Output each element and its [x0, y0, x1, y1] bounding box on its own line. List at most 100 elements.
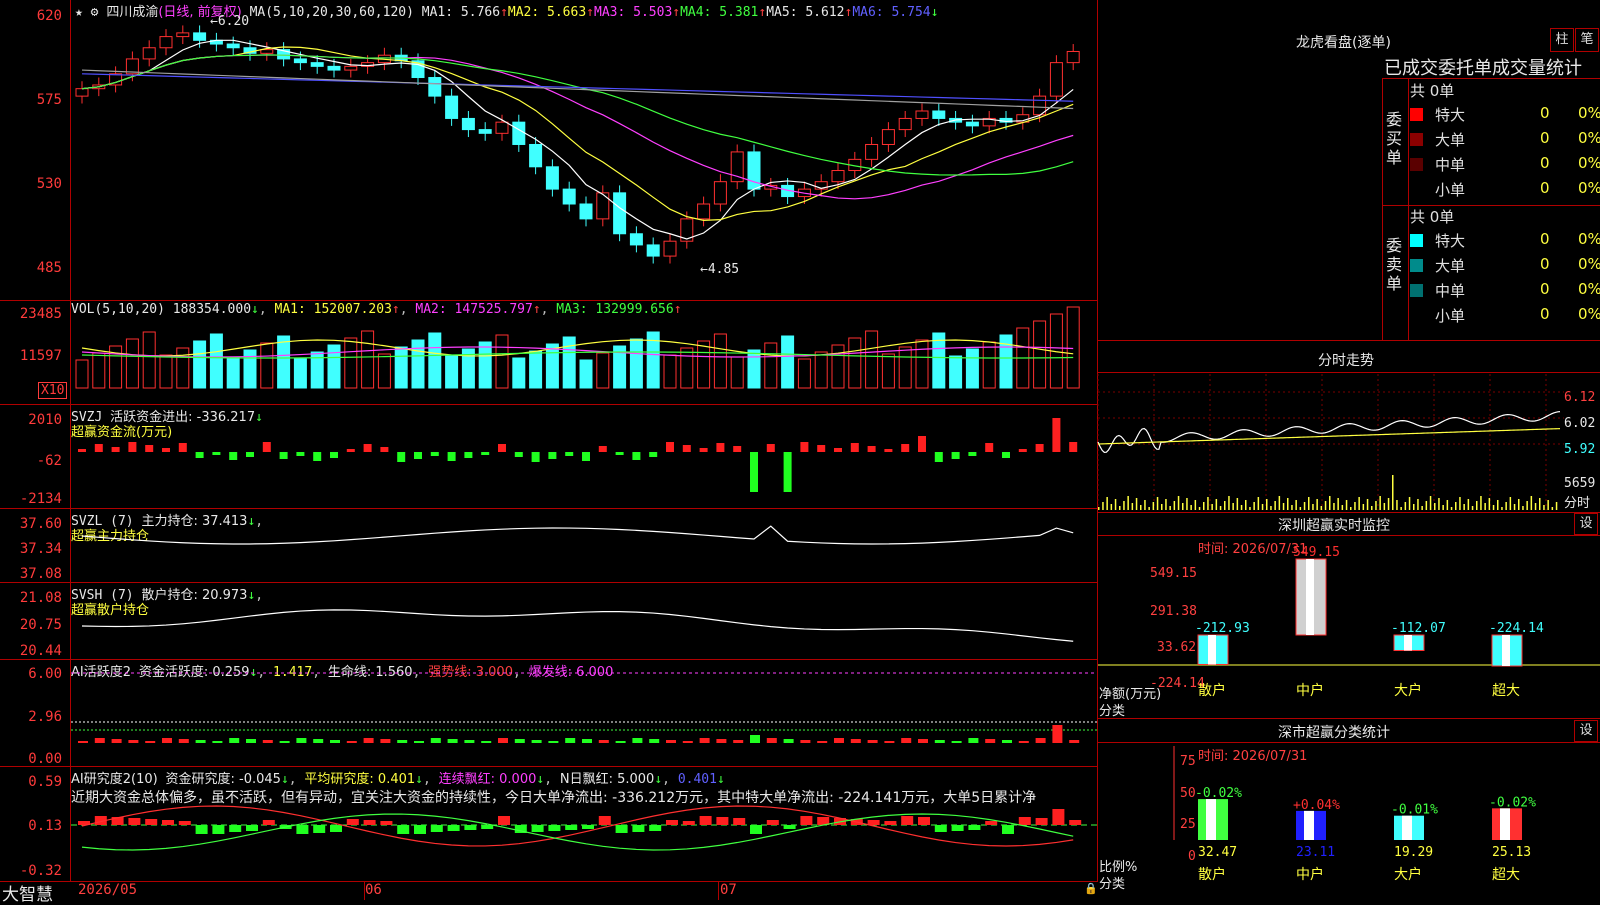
intraday-volume-bar [1371, 506, 1373, 510]
tick-view-button[interactable]: 笔 [1575, 28, 1599, 52]
flow-bar [565, 452, 574, 456]
lock-icon[interactable]: 🔒 [1084, 882, 1098, 895]
volume-bar [898, 346, 912, 389]
intraday-volume-bar [1526, 501, 1528, 510]
intraday-volume-bar [1224, 501, 1226, 510]
research-bar [800, 816, 813, 825]
active-bar [733, 740, 744, 743]
volume-bar [982, 341, 996, 389]
intraday-volume-bar [1518, 499, 1520, 510]
research-bar [498, 816, 510, 825]
active-bar [498, 738, 508, 743]
price-candles [75, 25, 1080, 264]
active-bar [414, 741, 424, 743]
volume-bar [478, 341, 492, 389]
order-stats-tabs[interactable]: 已成交委托单成交量统计 [1384, 54, 1582, 80]
candle [713, 181, 727, 205]
candle [965, 121, 979, 127]
candle [629, 233, 643, 246]
research-bar [397, 825, 410, 834]
active-bar [162, 738, 172, 743]
flow-bar [296, 452, 305, 456]
volume-bar [159, 354, 173, 389]
intraday-volume-bar [1203, 502, 1205, 510]
flow-bar [363, 444, 372, 452]
category-label: 散户 [1198, 682, 1226, 699]
intraday-volume-bar [1110, 504, 1113, 510]
research-bar [632, 825, 645, 832]
candle [1049, 62, 1063, 97]
research-bar [531, 825, 544, 832]
volume-bar [411, 339, 425, 389]
row-count: 0 [1540, 305, 1550, 323]
research-bar [1018, 817, 1031, 825]
intraday-volume-bar [1459, 497, 1461, 510]
brand-logo: 大智慧 [2, 885, 53, 905]
volume-bar [92, 352, 106, 389]
bar-highlight [1402, 815, 1412, 840]
active-bar [212, 741, 223, 743]
row-name: 小单 [1435, 181, 1466, 199]
active-bar [397, 740, 408, 743]
intraday-volume-bar [1471, 506, 1474, 510]
intraday-volume-bar [1400, 507, 1402, 510]
flow-bar [414, 452, 422, 459]
intraday-volume-bar [1497, 500, 1499, 510]
active-bar [330, 740, 340, 743]
flow-bar [800, 442, 809, 452]
volume-bar [629, 338, 643, 389]
intraday-volume-bar [1102, 502, 1104, 510]
research-bar [1069, 820, 1082, 825]
net-amount-label: -212.93 [1195, 621, 1250, 636]
ratio-change-label: -0.02% [1195, 786, 1242, 801]
flow-bar [178, 443, 187, 452]
flow-bar [649, 452, 658, 457]
volume-bar [545, 343, 559, 389]
candle [344, 65, 358, 71]
intraday-volume-bar [1341, 505, 1344, 510]
row-name: 特大 [1435, 232, 1466, 250]
intraday-volume-bar [1476, 501, 1478, 510]
research-bar [178, 821, 191, 825]
flow-bar [884, 449, 893, 452]
sz-monitor-settings-button[interactable]: 设 [1574, 513, 1598, 535]
volume-bar [529, 350, 543, 389]
sz-stat-settings-button[interactable]: 设 [1574, 720, 1598, 742]
color-swatch [1410, 108, 1423, 121]
bar-view-button[interactable]: 柱 [1550, 28, 1574, 52]
row-pct: 0% [1578, 255, 1600, 273]
intraday-volume-bar [1198, 507, 1201, 510]
candle [428, 77, 442, 97]
main-chart-area[interactable]: ★ ⚙ 四川成渝(日线, 前复权) MA(5,10,20,30,60,120) … [0, 0, 1098, 905]
research-bar [162, 820, 174, 825]
research-bar [481, 825, 494, 829]
flow-bar [985, 443, 994, 452]
flow-bar [934, 452, 943, 462]
date-label: 07 [720, 882, 737, 898]
intraday-volume-bar [1236, 498, 1239, 510]
color-swatch [1410, 158, 1423, 171]
research-bar [867, 820, 880, 825]
intraday-volume-bar [1119, 506, 1121, 510]
active-bar [380, 739, 391, 743]
category-label: 中户 [1296, 866, 1324, 883]
intraday-volume-bar [1379, 496, 1381, 510]
intraday-volume-bar [1484, 503, 1486, 510]
bar-highlight [1502, 635, 1510, 667]
volume-bar [495, 334, 509, 389]
volume-bar [713, 333, 727, 389]
intraday-volume-bar [1488, 498, 1491, 510]
ratio-value-label: 23.11 [1296, 845, 1335, 860]
flow-bar [397, 452, 406, 462]
flow-bar [682, 445, 691, 452]
candle [663, 240, 677, 257]
intraday-volume-bar [1135, 498, 1138, 510]
intraday-volume-bar [1429, 496, 1432, 510]
active-bar [817, 741, 828, 743]
intraday-volume-bar [1123, 501, 1125, 510]
active-bar [783, 739, 794, 743]
buy-total: 共 0单 [1410, 82, 1455, 100]
intraday-volume-bar [1530, 496, 1533, 510]
intraday-volume-bar [1543, 505, 1545, 510]
flow-bar [1018, 449, 1027, 452]
